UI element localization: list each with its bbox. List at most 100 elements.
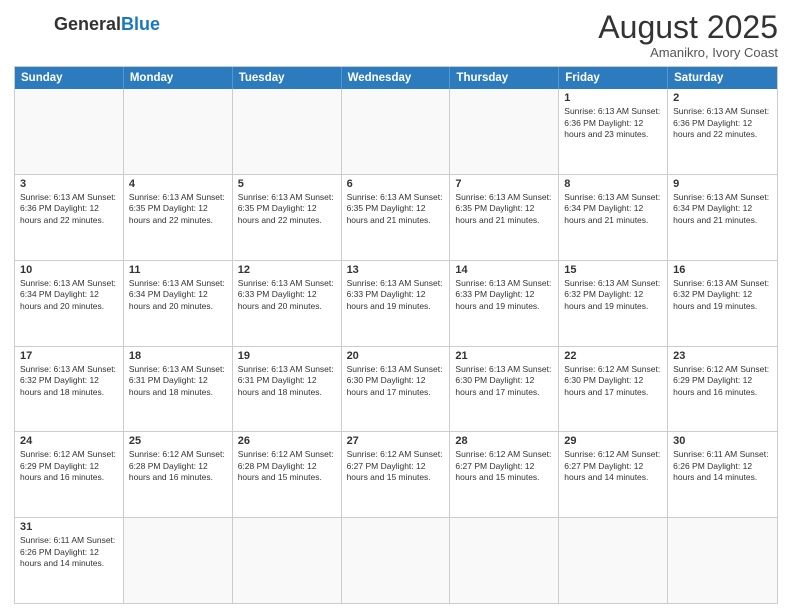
header-day-monday: Monday bbox=[124, 67, 233, 89]
day-number: 22 bbox=[564, 350, 662, 362]
day-info: Sunrise: 6:13 AM Sunset: 6:30 PM Dayligh… bbox=[455, 364, 553, 398]
day-info: Sunrise: 6:12 AM Sunset: 6:27 PM Dayligh… bbox=[347, 449, 445, 483]
month-title: August 2025 bbox=[598, 10, 778, 45]
day-number: 24 bbox=[20, 435, 118, 447]
day-number: 2 bbox=[673, 92, 772, 104]
calendar-cell: 7 Sunrise: 6:13 AM Sunset: 6:35 PM Daylig… bbox=[450, 175, 559, 260]
day-number: 10 bbox=[20, 264, 118, 276]
calendar-cell bbox=[668, 518, 777, 603]
generalblue-logo-icon bbox=[14, 10, 50, 38]
day-info: Sunrise: 6:13 AM Sunset: 6:33 PM Dayligh… bbox=[347, 278, 445, 312]
header-day-saturday: Saturday bbox=[668, 67, 777, 89]
day-info: Sunrise: 6:13 AM Sunset: 6:35 PM Dayligh… bbox=[238, 192, 336, 226]
calendar-cell: 28Sunrise: 6:12 AM Sunset: 6:27 PM Dayli… bbox=[450, 432, 559, 517]
day-number: 31 bbox=[20, 521, 118, 533]
day-number: 1 bbox=[564, 92, 662, 104]
calendar-cell: 13 Sunrise: 6:13 AM Sunset: 6:33 PM Dayli… bbox=[342, 261, 451, 346]
calendar-cell: 22 Sunrise: 6:12 AM Sunset: 6:30 PM Dayli… bbox=[559, 347, 668, 432]
title-block: August 2025 Amanikro, Ivory Coast bbox=[598, 10, 778, 60]
day-number: 14 bbox=[455, 264, 553, 276]
day-number: 17 bbox=[20, 350, 118, 362]
calendar-cell: 3 Sunrise: 6:13 AM Sunset: 6:36 PM Daylig… bbox=[15, 175, 124, 260]
header-day-sunday: Sunday bbox=[15, 67, 124, 89]
day-info: Sunrise: 6:13 AM Sunset: 6:33 PM Dayligh… bbox=[455, 278, 553, 312]
calendar-week-0: 1 Sunrise: 6:13 AM Sunset: 6:36 PM Daylig… bbox=[15, 89, 777, 174]
day-info: Sunrise: 6:12 AM Sunset: 6:28 PM Dayligh… bbox=[238, 449, 336, 483]
day-number: 12 bbox=[238, 264, 336, 276]
day-info: Sunrise: 6:13 AM Sunset: 6:34 PM Dayligh… bbox=[20, 278, 118, 312]
day-info: Sunrise: 6:12 AM Sunset: 6:27 PM Dayligh… bbox=[455, 449, 553, 483]
calendar-cell: 14 Sunrise: 6:13 AM Sunset: 6:33 PM Dayli… bbox=[450, 261, 559, 346]
calendar-cell: 17Sunrise: 6:13 AM Sunset: 6:32 PM Dayli… bbox=[15, 347, 124, 432]
calendar-cell: 8 Sunrise: 6:13 AM Sunset: 6:34 PM Daylig… bbox=[559, 175, 668, 260]
day-info: Sunrise: 6:13 AM Sunset: 6:34 PM Dayligh… bbox=[129, 278, 227, 312]
calendar-cell: 29Sunrise: 6:12 AM Sunset: 6:27 PM Dayli… bbox=[559, 432, 668, 517]
day-number: 8 bbox=[564, 178, 662, 190]
day-number: 5 bbox=[238, 178, 336, 190]
calendar-cell: 21 Sunrise: 6:13 AM Sunset: 6:30 PM Dayli… bbox=[450, 347, 559, 432]
calendar-cell: 19Sunrise: 6:13 AM Sunset: 6:31 PM Dayli… bbox=[233, 347, 342, 432]
day-info: Sunrise: 6:13 AM Sunset: 6:32 PM Dayligh… bbox=[673, 278, 772, 312]
calendar-cell: 11 Sunrise: 6:13 AM Sunset: 6:34 PM Dayli… bbox=[124, 261, 233, 346]
calendar-cell: 23Sunrise: 6:12 AM Sunset: 6:29 PM Dayli… bbox=[668, 347, 777, 432]
day-number: 30 bbox=[673, 435, 772, 447]
day-number: 29 bbox=[564, 435, 662, 447]
header-day-tuesday: Tuesday bbox=[233, 67, 342, 89]
day-number: 7 bbox=[455, 178, 553, 190]
day-number: 13 bbox=[347, 264, 445, 276]
calendar-cell: 2 Sunrise: 6:13 AM Sunset: 6:36 PM Daylig… bbox=[668, 89, 777, 174]
day-info: Sunrise: 6:13 AM Sunset: 6:35 PM Dayligh… bbox=[129, 192, 227, 226]
calendar: SundayMondayTuesdayWednesdayThursdayFrid… bbox=[14, 66, 778, 604]
day-number: 19 bbox=[238, 350, 336, 362]
calendar-cell bbox=[233, 518, 342, 603]
calendar-cell: 4Sunrise: 6:13 AM Sunset: 6:35 PM Daylig… bbox=[124, 175, 233, 260]
day-number: 26 bbox=[238, 435, 336, 447]
day-info: Sunrise: 6:12 AM Sunset: 6:30 PM Dayligh… bbox=[564, 364, 662, 398]
calendar-cell: 6 Sunrise: 6:13 AM Sunset: 6:35 PM Daylig… bbox=[342, 175, 451, 260]
calendar-week-3: 17Sunrise: 6:13 AM Sunset: 6:32 PM Dayli… bbox=[15, 346, 777, 432]
day-number: 6 bbox=[347, 178, 445, 190]
calendar-cell bbox=[124, 518, 233, 603]
day-number: 18 bbox=[129, 350, 227, 362]
calendar-cell: 16Sunrise: 6:13 AM Sunset: 6:32 PM Dayli… bbox=[668, 261, 777, 346]
calendar-cell bbox=[124, 89, 233, 174]
logo: GeneralBlue bbox=[14, 10, 160, 38]
day-info: Sunrise: 6:13 AM Sunset: 6:34 PM Dayligh… bbox=[673, 192, 772, 226]
calendar-cell bbox=[559, 518, 668, 603]
calendar-cell: 1Sunrise: 6:13 AM Sunset: 6:36 PM Daylig… bbox=[559, 89, 668, 174]
calendar-cell: 31Sunrise: 6:11 AM Sunset: 6:26 PM Dayli… bbox=[15, 518, 124, 603]
day-number: 21 bbox=[455, 350, 553, 362]
day-info: Sunrise: 6:11 AM Sunset: 6:26 PM Dayligh… bbox=[673, 449, 772, 483]
calendar-cell: 26 Sunrise: 6:12 AM Sunset: 6:28 PM Dayli… bbox=[233, 432, 342, 517]
day-info: Sunrise: 6:13 AM Sunset: 6:33 PM Dayligh… bbox=[238, 278, 336, 312]
calendar-cell: 30 Sunrise: 6:11 AM Sunset: 6:26 PM Dayli… bbox=[668, 432, 777, 517]
calendar-cell bbox=[342, 518, 451, 603]
calendar-week-5: 31Sunrise: 6:11 AM Sunset: 6:26 PM Dayli… bbox=[15, 517, 777, 603]
day-info: Sunrise: 6:13 AM Sunset: 6:35 PM Dayligh… bbox=[455, 192, 553, 226]
day-number: 25 bbox=[129, 435, 227, 447]
day-number: 27 bbox=[347, 435, 445, 447]
day-info: Sunrise: 6:13 AM Sunset: 6:35 PM Dayligh… bbox=[347, 192, 445, 226]
calendar-header: SundayMondayTuesdayWednesdayThursdayFrid… bbox=[15, 67, 777, 89]
day-info: Sunrise: 6:13 AM Sunset: 6:36 PM Dayligh… bbox=[673, 106, 772, 140]
day-number: 20 bbox=[347, 350, 445, 362]
calendar-cell: 24Sunrise: 6:12 AM Sunset: 6:29 PM Dayli… bbox=[15, 432, 124, 517]
calendar-cell bbox=[342, 89, 451, 174]
day-info: Sunrise: 6:13 AM Sunset: 6:34 PM Dayligh… bbox=[564, 192, 662, 226]
page: GeneralBlue August 2025 Amanikro, Ivory … bbox=[0, 0, 792, 612]
calendar-cell: 9Sunrise: 6:13 AM Sunset: 6:34 PM Daylig… bbox=[668, 175, 777, 260]
calendar-cell: 20Sunrise: 6:13 AM Sunset: 6:30 PM Dayli… bbox=[342, 347, 451, 432]
calendar-cell bbox=[450, 518, 559, 603]
calendar-week-4: 24Sunrise: 6:12 AM Sunset: 6:29 PM Dayli… bbox=[15, 431, 777, 517]
calendar-cell: 18Sunrise: 6:13 AM Sunset: 6:31 PM Dayli… bbox=[124, 347, 233, 432]
calendar-week-2: 10 Sunrise: 6:13 AM Sunset: 6:34 PM Dayli… bbox=[15, 260, 777, 346]
calendar-week-1: 3 Sunrise: 6:13 AM Sunset: 6:36 PM Daylig… bbox=[15, 174, 777, 260]
day-number: 15 bbox=[564, 264, 662, 276]
day-info: Sunrise: 6:13 AM Sunset: 6:36 PM Dayligh… bbox=[20, 192, 118, 226]
calendar-cell bbox=[15, 89, 124, 174]
calendar-cell: 10 Sunrise: 6:13 AM Sunset: 6:34 PM Dayli… bbox=[15, 261, 124, 346]
day-number: 11 bbox=[129, 264, 227, 276]
calendar-cell: 27 Sunrise: 6:12 AM Sunset: 6:27 PM Dayli… bbox=[342, 432, 451, 517]
calendar-cell: 5 Sunrise: 6:13 AM Sunset: 6:35 PM Daylig… bbox=[233, 175, 342, 260]
day-number: 3 bbox=[20, 178, 118, 190]
